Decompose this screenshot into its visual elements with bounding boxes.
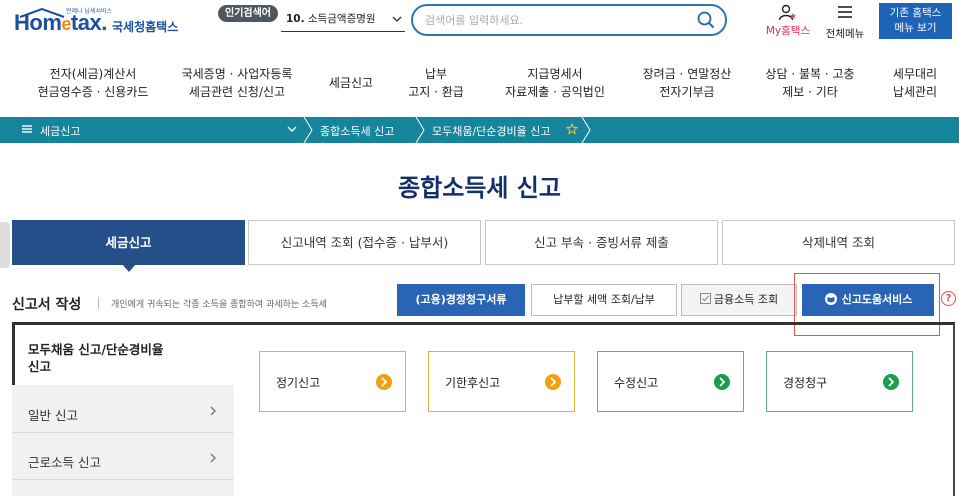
tab-supporting-docs[interactable]: 신고 부속 · 증빙서류 제출 <box>485 220 718 265</box>
nav-item-einvoice[interactable]: 전자(세금)계산서 현금영수증 · 신용카드 <box>28 65 158 111</box>
side-menu-item-earned-income[interactable]: 근로소득 신고 <box>12 436 234 480</box>
chevron-right-icon <box>210 453 216 463</box>
logo-korean: 국세청홈택스 <box>112 20 179 34</box>
nav-item-line2: 전자기부금 <box>659 85 715 99</box>
card-label: 수정신고 <box>614 376 659 390</box>
finance-income-button[interactable]: 금융소득 조회 <box>681 284 797 316</box>
nav-item-line2: 세금관련 신청/신고 <box>188 85 286 99</box>
nav-item-line2: 제보 · 기타 <box>782 85 838 99</box>
side-menu-item-general[interactable]: 일반 신고 <box>12 389 234 433</box>
finance-income-label: 금융소득 조회 <box>713 293 779 306</box>
section-title: 신고서 작성 <box>12 297 82 313</box>
hamburger-icon <box>838 6 852 18</box>
nav-item-line1: 세무대리 <box>892 67 938 81</box>
popular-term: 소득금액증명원 <box>307 13 376 25</box>
hometax-logo[interactable]: 언제나 납세서비스 Hometax. 국세청홈택스 <box>14 6 204 42</box>
nav-item-line1: 국세증명 · 사업자등록 <box>181 67 293 81</box>
card-regular-filing[interactable]: 정기신고 <box>259 351 406 412</box>
nav-item-line1: 납부 <box>424 67 448 81</box>
popular-search-select[interactable]: 10. 소득금액증명원 <box>281 8 405 32</box>
nav-item-line1: 상담 · 불복 · 고충 <box>765 67 855 81</box>
side-menu-item-label: 일반 신고 <box>28 408 78 423</box>
all-menu-label: 전체메뉴 <box>825 28 865 40</box>
search-input[interactable] <box>425 11 685 29</box>
nav-item-line2: 현금영수증 · 신용카드 <box>37 85 149 99</box>
side-menu-selected-line1: 모두채움 신고/단순경비율 <box>28 342 164 357</box>
breadcrumb-separator-icon <box>581 117 591 143</box>
nav-item-certificates[interactable]: 국세증명 · 사업자등록 세금관련 신청/신고 <box>172 65 302 111</box>
breadcrumb-separator-icon <box>415 117 425 143</box>
nav-item-payment[interactable]: 납부 고지 · 환급 <box>400 65 472 111</box>
nav-item-consulting[interactable]: 상담 · 불복 · 고충 제보 · 기타 <box>756 65 864 111</box>
card-label: 기한후신고 <box>445 376 501 390</box>
tab-filing-history[interactable]: 신고내역 조회 (접수증 · 납부서) <box>248 220 481 265</box>
section-description: 개인에게 귀속되는 각종 소득을 종합하여 과세하는 소득세 <box>111 300 327 310</box>
breadcrumb-separator-icon <box>303 117 313 143</box>
nav-item-line2: 고지 · 환급 <box>408 85 464 99</box>
nav-item-line1: 지급명세서 <box>527 67 583 81</box>
my-hometax-button[interactable]: My홈택스 <box>760 4 816 38</box>
nav-item-line2: 납세관리 <box>892 85 938 99</box>
chevron-down-icon[interactable] <box>284 117 300 143</box>
user-icon <box>778 4 796 21</box>
claim-documents-button[interactable]: (고용)경정청구서류 <box>397 284 525 316</box>
breadcrumb-level3[interactable]: 모두채움/단순경비율 신고 <box>432 123 551 139</box>
section-divider <box>98 297 99 309</box>
help-icon[interactable]: ? <box>941 291 956 306</box>
side-menu-item-label: 근로소득 신고 <box>28 455 101 470</box>
popular-search-badge: 인기검색어 <box>218 5 278 22</box>
side-menu-selected-line2: 신고 <box>28 359 52 374</box>
old-home-line1: 기존 홈택스 <box>889 7 942 19</box>
popular-rank: 10. <box>286 13 305 25</box>
nav-item-tax-agent[interactable]: 세무대리 납세관리 <box>880 65 950 111</box>
card-late-filing[interactable]: 기한후신고 <box>428 351 575 412</box>
nav-item-line1: 전자(세금)계산서 <box>49 67 137 81</box>
nav-item-line1: 세금신고 <box>328 76 374 90</box>
arrow-right-icon <box>376 374 392 390</box>
side-menu-item-selected[interactable]: 모두채움 신고/단순경비율 신고 <box>12 322 234 385</box>
side-menu: 모두채움 신고/단순경비율 신고 일반 신고 근로소득 신고 <box>12 322 234 496</box>
nav-item-statements[interactable]: 지급명세서 자료제출 · 공익법인 <box>490 65 620 111</box>
menu-icon[interactable] <box>22 124 32 134</box>
main-nav: 전자(세금)계산서 현금영수증 · 신용카드 국세증명 · 사업자등록 세금관련… <box>0 58 959 108</box>
old-hometax-button[interactable]: 기존 홈택스 메뉴 보기 <box>879 3 952 39</box>
side-scroll-handle[interactable] <box>0 222 10 268</box>
nav-item-incentives[interactable]: 장려금 · 연말정산 전자기부금 <box>628 65 746 111</box>
nav-item-line2: 자료제출 · 공익법인 <box>505 85 605 99</box>
card-correction-claim[interactable]: 경정청구 <box>766 351 913 412</box>
checkbox-icon <box>699 293 711 304</box>
card-label: 정기신고 <box>276 376 321 390</box>
arrow-right-icon <box>545 374 561 390</box>
breadcrumb-level2[interactable]: 종합소득세 신고 <box>320 123 394 139</box>
breadcrumb: 세금신고 종합소득세 신고 모두채움/단순경비율 신고 <box>0 117 959 143</box>
tab-tax-filing[interactable]: 세금신고 <box>12 220 245 265</box>
nav-item-tax-filing[interactable]: 세금신고 <box>316 74 386 120</box>
tab-deleted-history[interactable]: 삭제내역 조회 <box>722 220 955 265</box>
my-hometax-label: My홈택스 <box>765 25 811 37</box>
search-icon[interactable] <box>697 11 715 29</box>
favorite-star-icon[interactable] <box>566 123 578 135</box>
page-title: 종합소득세 신고 <box>398 174 561 202</box>
search-box <box>411 4 727 36</box>
chevron-right-icon <box>210 406 216 416</box>
nav-item-line1: 장려금 · 연말정산 <box>642 67 732 81</box>
breadcrumb-level1[interactable]: 세금신고 <box>40 123 80 139</box>
active-tab-pointer <box>122 264 136 272</box>
old-home-line2: 메뉴 보기 <box>894 22 937 34</box>
card-amended-filing[interactable]: 수정신고 <box>597 351 744 412</box>
card-label: 경정청구 <box>783 376 828 390</box>
logo-wordmark: Hometax. <box>14 10 107 35</box>
all-menu-button[interactable]: 전체메뉴 <box>820 4 870 40</box>
arrow-right-icon <box>714 374 730 390</box>
chevron-down-icon <box>392 16 402 22</box>
arrow-right-icon <box>883 374 899 390</box>
tax-due-button[interactable]: 납부할 세액 조회/납부 <box>531 284 677 316</box>
